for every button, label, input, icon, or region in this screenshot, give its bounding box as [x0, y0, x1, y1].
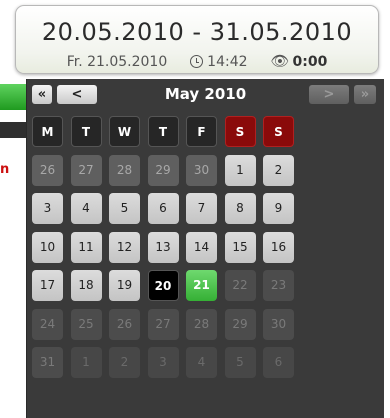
day-cell[interactable]: 15	[224, 231, 256, 263]
duration-value: 0:00	[292, 54, 328, 70]
day-cell[interactable]: 7	[186, 193, 217, 224]
last-month-button[interactable]: »	[354, 85, 376, 104]
day-cell[interactable]: 8	[224, 193, 256, 224]
day-cell[interactable]: 30	[186, 154, 217, 186]
weekday-header: F	[186, 116, 217, 147]
day-cell[interactable]: 27	[147, 308, 179, 340]
day-cell[interactable]: 18	[70, 270, 102, 301]
day-cell[interactable]: 22	[224, 270, 256, 301]
day-cell[interactable]: 14	[186, 231, 217, 263]
day-cell[interactable]: 1	[224, 154, 256, 186]
date-range: 20.05.2010 - 31.05.2010	[41, 18, 353, 46]
day-cell[interactable]: 17	[32, 270, 63, 301]
prev-month-button[interactable]: <	[57, 85, 97, 104]
weekday-header: T	[147, 116, 179, 147]
day-cell[interactable]: 28	[109, 154, 140, 186]
day-cell[interactable]: 29	[147, 154, 179, 186]
day-cell[interactable]: 19	[109, 270, 140, 301]
day-cell[interactable]: 1	[70, 347, 102, 378]
day-cell[interactable]: 13	[147, 231, 179, 263]
day-cell[interactable]: 5	[224, 347, 256, 378]
day-cell[interactable]: 30	[263, 308, 294, 340]
selected-day-label: Fr. 21.05.2010	[66, 54, 168, 70]
day-cell[interactable]: 31	[32, 347, 63, 378]
day-cell[interactable]: 28	[186, 308, 217, 340]
background-dark-bar	[0, 122, 26, 138]
eye-icon: 👁	[270, 52, 290, 70]
day-cell[interactable]: 6	[263, 347, 294, 378]
day-cell[interactable]: 4	[70, 193, 102, 224]
day-cell[interactable]: 3	[32, 193, 63, 224]
date-details: Fr. 21.05.2010 14:42 👁 0:00	[16, 52, 378, 70]
day-cell[interactable]: 9	[263, 193, 294, 224]
day-cell[interactable]: 4	[186, 347, 217, 378]
day-cell[interactable]: 21	[186, 270, 217, 301]
weekday-header: S	[263, 116, 294, 147]
clock-icon	[190, 55, 204, 68]
day-cell[interactable]: 2	[263, 154, 294, 186]
calendar-nav: May 2010 « < > »	[27, 85, 384, 105]
day-cell[interactable]: 23	[263, 270, 294, 301]
day-cell[interactable]: 25	[70, 308, 102, 340]
day-cell[interactable]: 16	[263, 231, 294, 263]
next-month-button[interactable]: >	[309, 85, 349, 104]
background-red-text: n	[0, 162, 10, 177]
day-cell[interactable]: 29	[224, 308, 256, 340]
weekday-header: W	[109, 116, 140, 147]
date-range-header: 20.05.2010 - 31.05.2010 Fr. 21.05.2010 1…	[15, 5, 379, 74]
day-cell[interactable]: 12	[109, 231, 140, 263]
day-cell[interactable]: 26	[109, 308, 140, 340]
first-month-button[interactable]: «	[32, 85, 52, 104]
day-cell[interactable]: 11	[70, 231, 102, 263]
day-cell[interactable]: 26	[32, 154, 63, 186]
weekday-header: T	[70, 116, 102, 147]
time-value: 14:42	[207, 54, 248, 70]
weekday-header: M	[32, 116, 63, 147]
day-cell[interactable]: 2	[109, 347, 140, 378]
day-cell[interactable]: 24	[32, 308, 63, 340]
day-cell[interactable]: 10	[32, 231, 63, 263]
calendar-panel: May 2010 « < > » M T W T F S S 26 27 28 29 30 1 2 3 4 5 6…	[26, 79, 384, 418]
day-cell[interactable]: 27	[70, 154, 102, 186]
weekday-header: S	[224, 116, 256, 147]
day-cell[interactable]: 5	[109, 193, 140, 224]
day-cell[interactable]: 6	[147, 193, 179, 224]
background-green-button	[0, 84, 26, 110]
day-cell[interactable]: 20	[147, 270, 179, 301]
day-cell[interactable]: 3	[147, 347, 179, 378]
